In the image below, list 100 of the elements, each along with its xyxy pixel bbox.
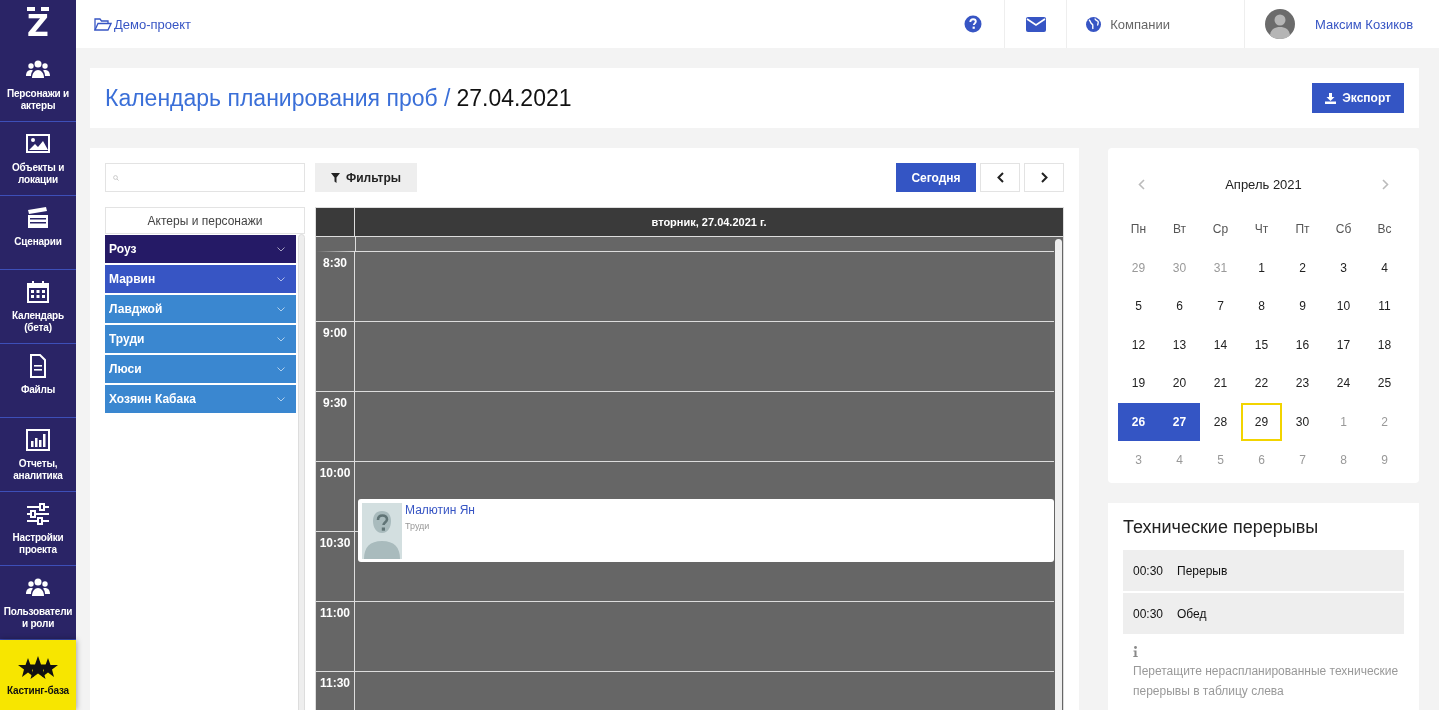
calendar-day[interactable]: 1 <box>1241 248 1282 287</box>
break-duration: 00:30 <box>1133 563 1164 578</box>
calendar-day[interactable]: 22 <box>1241 364 1282 403</box>
previous-month-button[interactable] <box>1138 178 1145 190</box>
day-header: вторник, 27.04.2021 г. <box>650 215 768 230</box>
logo-text: Z <box>27 7 49 41</box>
project-link[interactable]: Демо-проект <box>94 0 192 48</box>
sidebar-item[interactable]: Календарь (бета) <box>0 270 76 344</box>
next-month-button[interactable] <box>1382 178 1389 190</box>
calendar-day[interactable]: 9 <box>1282 287 1323 326</box>
globe-icon <box>1086 16 1102 32</box>
panel-title: Актеры и персонажи <box>105 207 305 234</box>
weekday-label: Сб <box>1334 221 1353 239</box>
weekday-label: Вт <box>1171 221 1188 239</box>
chevron-left-icon <box>1138 178 1145 190</box>
character-item[interactable]: Роуз <box>105 235 296 263</box>
chevron-down-icon <box>277 396 285 402</box>
calendar-day[interactable]: 15 <box>1241 325 1282 364</box>
calendar-day[interactable]: 2 <box>1282 248 1323 287</box>
time-label: 9:00 <box>316 322 355 391</box>
calendar-day[interactable]: 26 <box>1118 402 1159 441</box>
calendar-day[interactable]: 12 <box>1118 325 1159 364</box>
page-title-date: 27.04.2021 <box>456 84 572 112</box>
companies-link[interactable]: Компании <box>1066 0 1244 48</box>
calendar-day[interactable]: 3 <box>1323 248 1364 287</box>
weekday-label: Ср <box>1211 221 1230 239</box>
bar-chart-icon <box>26 428 50 452</box>
scrollbar[interactable] <box>1055 239 1062 710</box>
previous-button[interactable] <box>980 163 1020 192</box>
calendar-day[interactable]: 14 <box>1200 325 1241 364</box>
character-item[interactable]: Люси <box>105 355 296 383</box>
character-item[interactable]: Лавджой <box>105 295 296 323</box>
calendar-day[interactable]: 18 <box>1364 325 1405 364</box>
next-button[interactable] <box>1024 163 1064 192</box>
calendar-day[interactable]: 29 <box>1241 402 1282 441</box>
sidebar-item[interactable]: Отчеты, аналитика <box>0 418 76 492</box>
calendar-day[interactable]: 30 <box>1282 402 1323 441</box>
calendar-day[interactable]: 13 <box>1159 325 1200 364</box>
image-icon <box>26 132 50 156</box>
sidebar-item[interactable]: Сценарии <box>0 196 76 270</box>
calendar-day[interactable]: 19 <box>1118 364 1159 403</box>
break-item[interactable]: 00:30 Перерыв <box>1123 550 1404 591</box>
chevron-down-icon <box>277 366 285 372</box>
hint-text: Перетащите нераспланированные технические перерывы в таблицу слева <box>1133 663 1400 700</box>
time-label: 10:30 <box>316 532 355 601</box>
calendar-day[interactable]: 16 <box>1282 325 1323 364</box>
export-button[interactable]: Экспорт <box>1312 83 1404 113</box>
user-menu[interactable]: Максим Козиков <box>1244 0 1439 48</box>
weekday-label: Чт <box>1253 221 1270 239</box>
break-item[interactable]: 00:30 Обед <box>1123 593 1404 634</box>
calendar-day[interactable]: 20 <box>1159 364 1200 403</box>
weekday-label: Вс <box>1376 221 1393 239</box>
sidebar-item[interactable]: Настройки проекта <box>0 492 76 566</box>
time-label: 11:00 <box>316 602 355 671</box>
event-card[interactable]: Малютин Ян Труди <box>358 499 1054 562</box>
search-field[interactable] <box>105 163 305 192</box>
chevron-right-icon <box>1382 178 1389 190</box>
break-name: Обед <box>1177 606 1207 621</box>
calendar-day[interactable]: 21 <box>1200 364 1241 403</box>
calendar-day[interactable]: 6 <box>1159 287 1200 326</box>
sidebar-item[interactable]: Кастинг-база <box>0 640 76 710</box>
sliders-icon <box>26 502 50 526</box>
time-label: 11:30 <box>316 672 355 710</box>
calendar-day[interactable]: 4 <box>1364 248 1405 287</box>
breaks-title: Технические перерывы <box>1123 517 1320 538</box>
chevron-down-icon <box>277 276 285 282</box>
stars-icon <box>18 656 58 679</box>
sidebar-item[interactable]: Персонажи и актеры <box>0 48 76 122</box>
character-item[interactable]: Труди <box>105 325 296 353</box>
calendar-day[interactable]: 24 <box>1323 364 1364 403</box>
today-button[interactable]: Сегодня <box>896 163 976 192</box>
month-label: Апрель 2021 <box>1225 176 1302 192</box>
character-item[interactable]: Марвин <box>105 265 296 293</box>
event-name[interactable]: Малютин Ян <box>405 503 475 517</box>
info-icon <box>1133 646 1138 657</box>
chevron-down-icon <box>277 306 285 312</box>
sidebar-item[interactable]: Объекты и локации <box>0 122 76 196</box>
calendar-day[interactable]: 8 <box>1241 287 1282 326</box>
scrollbar[interactable] <box>298 234 305 710</box>
calendar-day[interactable]: 11 <box>1364 287 1405 326</box>
help-icon <box>964 15 983 33</box>
person-placeholder-icon <box>362 503 402 559</box>
calendar-day[interactable]: 17 <box>1323 325 1364 364</box>
calendar-day[interactable]: 5 <box>1118 287 1159 326</box>
time-label: 8:30 <box>316 252 355 321</box>
sidebar-item[interactable]: Файлы <box>0 344 76 418</box>
character-item[interactable]: Хозяин Кабака <box>105 385 296 413</box>
chevron-left-icon <box>996 172 1004 183</box>
calendar-day[interactable]: 28 <box>1200 402 1241 441</box>
calendar-day[interactable]: 7 <box>1200 287 1241 326</box>
filters-button[interactable]: Фильтры <box>315 163 418 192</box>
chevron-down-icon <box>277 246 285 252</box>
avatar-icon <box>1265 9 1295 39</box>
calendar-day[interactable]: 23 <box>1282 364 1323 403</box>
page-title-link[interactable]: Календарь планирования проб / <box>105 84 451 112</box>
mail-icon <box>1025 16 1046 32</box>
calendar-day[interactable]: 27 <box>1159 402 1200 441</box>
calendar-day[interactable]: 25 <box>1364 364 1405 403</box>
calendar-day[interactable]: 10 <box>1323 287 1364 326</box>
chevron-down-icon <box>277 336 285 342</box>
